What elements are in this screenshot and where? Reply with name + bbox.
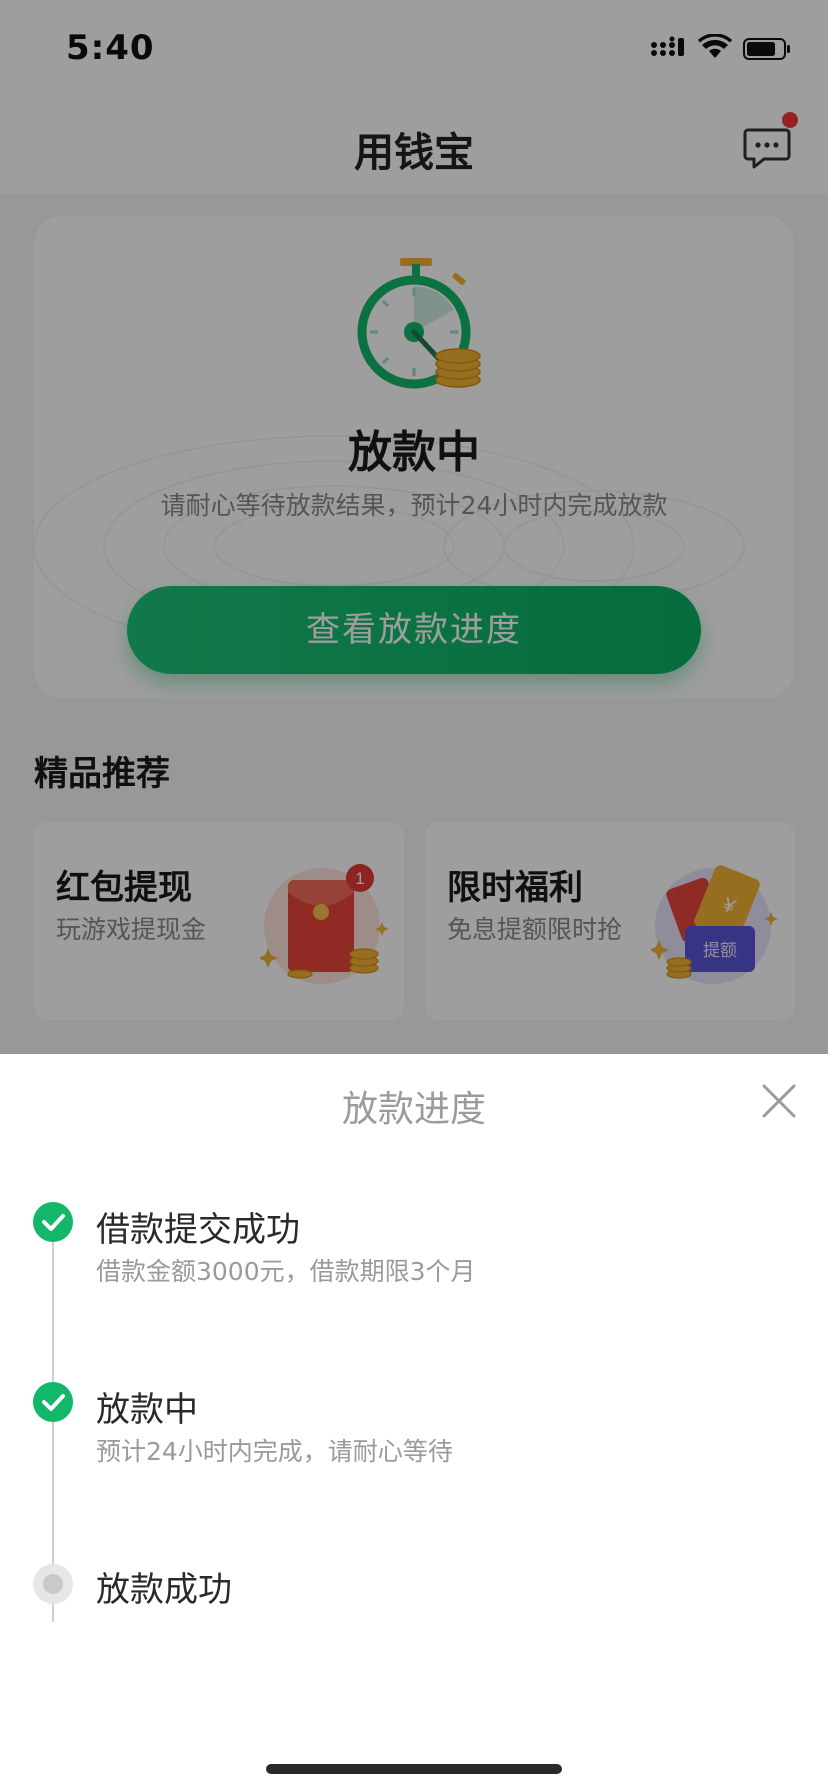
home-indicator [266, 1764, 562, 1774]
stopwatch-coins-icon [357, 258, 481, 389]
page-title: 用钱宝 [354, 130, 474, 176]
status-description: 请耐心等待放款结果，预计24小时内完成放款 [160, 491, 668, 520]
step-title: 放款中 [96, 1390, 198, 1430]
check-icon [42, 1394, 65, 1411]
promo-tag: 提额 [703, 941, 737, 961]
promo-title: 红包提现 [56, 868, 192, 908]
cellular-signal-icon [651, 36, 684, 56]
status-time: 5:40 [66, 28, 155, 68]
step-title: 放款成功 [96, 1570, 232, 1610]
red-envelope-icon: 1 [260, 864, 389, 984]
sheet-title: 放款进度 [341, 1089, 486, 1130]
step-title: 借款提交成功 [96, 1210, 300, 1250]
view-progress-button[interactable]: 查看放款进度 [127, 586, 701, 674]
step-pending-icon [33, 1564, 73, 1604]
nav-bar: 用钱宝 [0, 96, 828, 194]
badge-count: 1 [355, 869, 364, 888]
promo-subtitle: 免息提额限时抢 [447, 915, 623, 944]
page-content: 放款中 请耐心等待放款结果，预计24小时内完成放款 查看放款进度 精品推荐 红包… [0, 194, 828, 1054]
promo-card-red-envelope[interactable]: 红包提现 玩游戏提现金 1 [34, 822, 404, 1020]
close-icon[interactable] [760, 1082, 798, 1120]
step-done-icon [33, 1202, 73, 1242]
status-title: 放款中 [348, 427, 480, 478]
check-icon [42, 1214, 65, 1231]
status-bar: 5:40 [0, 0, 828, 96]
step-description: 借款金额3000元，借款期限3个月 [96, 1257, 476, 1286]
promo-card-limited-benefit[interactable]: 限时福利 免息提额限时抢 ¥ 提额 [425, 822, 795, 1020]
progress-sheet: 放款进度 借款提交成功 借款金额3000元，借款期限3个月 放款中 预计24小时… [0, 1054, 828, 1792]
wifi-icon [698, 34, 732, 58]
step-description: 预计24小时内完成，请耐心等待 [96, 1437, 453, 1466]
battery-icon [743, 38, 790, 60]
promo-title: 限时福利 [447, 868, 583, 908]
loan-status-card: 放款中 请耐心等待放款结果，预计24小时内完成放款 查看放款进度 [34, 216, 794, 698]
promo-subtitle: 玩游戏提现金 [56, 915, 207, 944]
coupon-tickets-icon: ¥ 提额 [651, 865, 778, 984]
chat-bubble-icon[interactable] [742, 122, 792, 172]
section-title: 精品推荐 [34, 754, 170, 794]
unread-dot [782, 112, 798, 128]
step-done-icon [33, 1382, 73, 1422]
